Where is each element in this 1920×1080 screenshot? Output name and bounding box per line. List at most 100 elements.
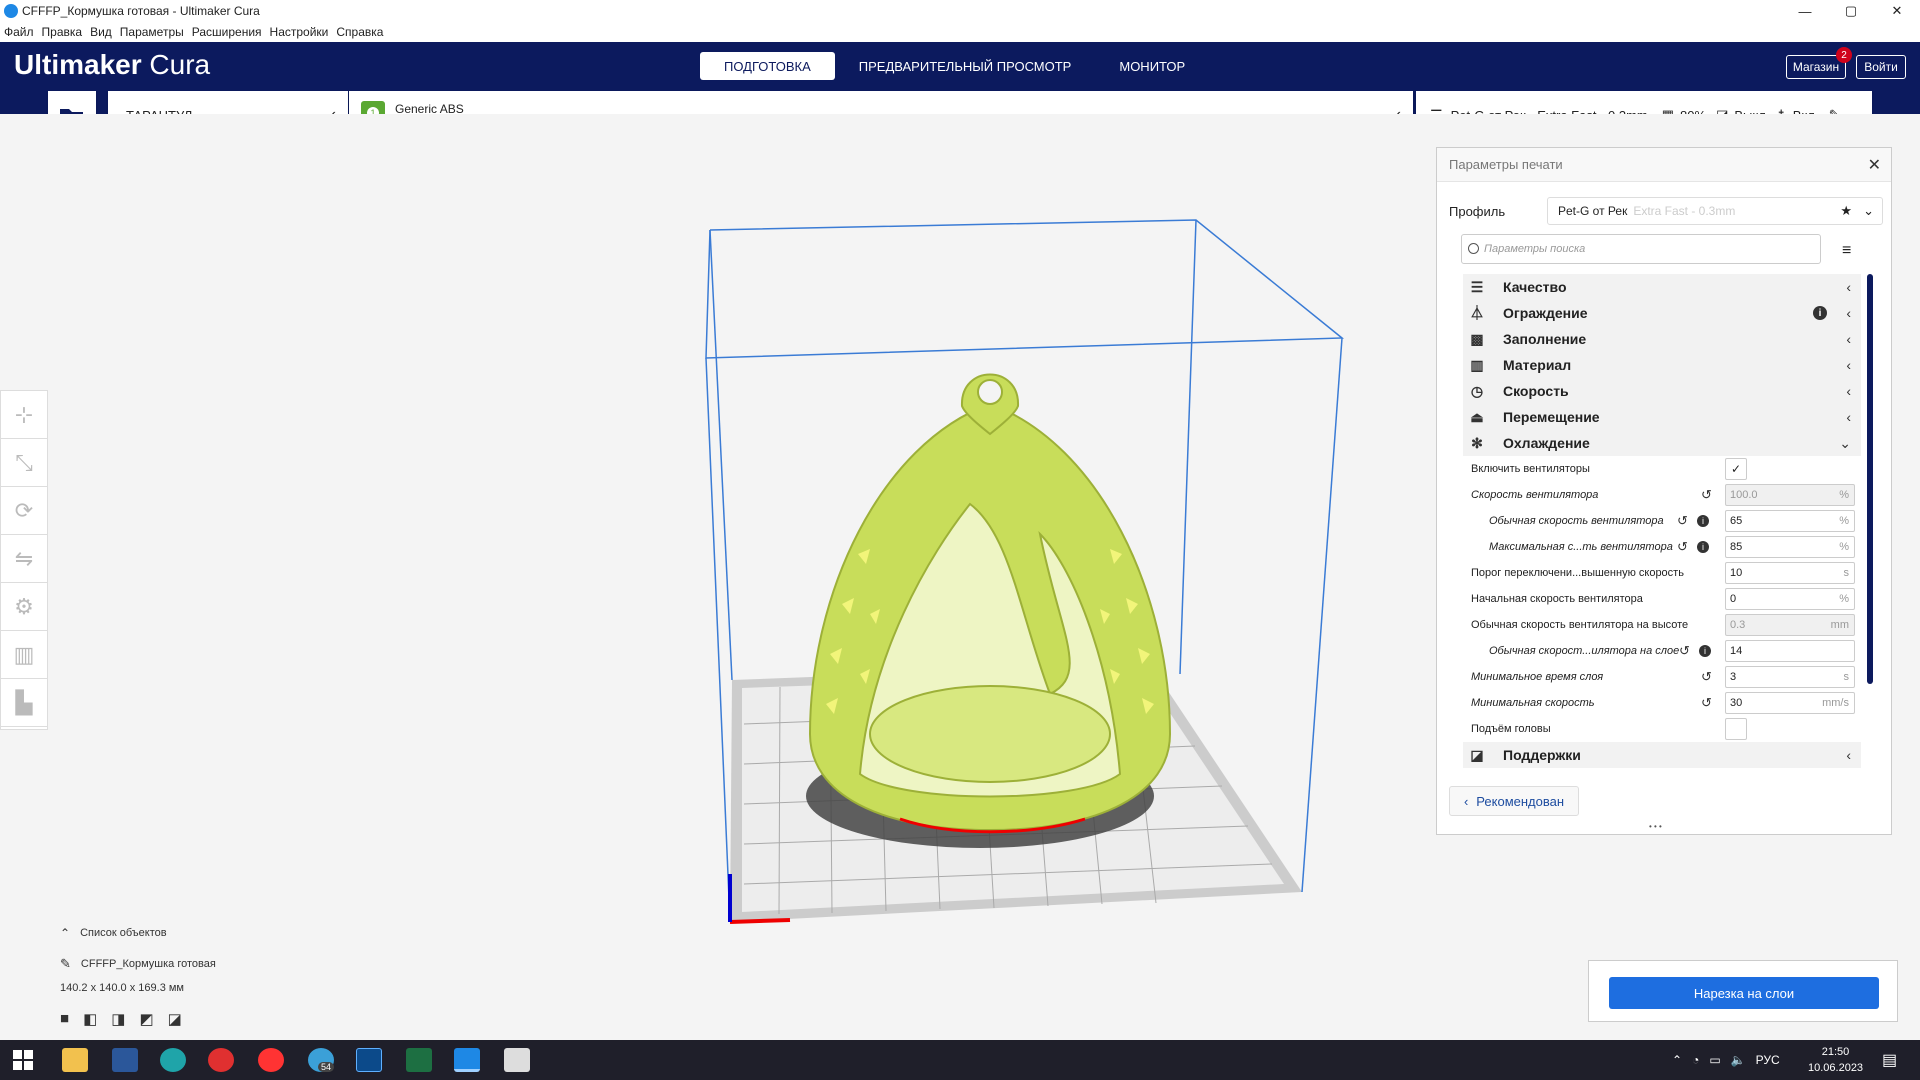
- object-list-toggle[interactable]: ⌃ Список объектов: [60, 926, 216, 940]
- volume-icon[interactable]: 🔈: [1731, 1053, 1746, 1067]
- reset-icon[interactable]: ↺: [1701, 695, 1712, 711]
- network-icon[interactable]: ▭: [1709, 1053, 1720, 1067]
- category-walls[interactable]: ⏃ Ограждение i ‹: [1463, 300, 1861, 326]
- menu-view[interactable]: Вид: [86, 25, 116, 39]
- menu-edit[interactable]: Правка: [38, 25, 87, 39]
- excel-icon[interactable]: [406, 1048, 432, 1072]
- category-travel[interactable]: ⏏ Перемещение ‹: [1463, 404, 1861, 430]
- initial-fan-speed-field[interactable]: 0%: [1725, 588, 1855, 610]
- category-speed[interactable]: ◷ Скорость ‹: [1463, 378, 1861, 404]
- tab-monitor[interactable]: МОНИТОР: [1095, 52, 1209, 80]
- minimize-button[interactable]: —: [1782, 0, 1828, 22]
- menu-preferences[interactable]: Настройки: [266, 25, 333, 39]
- profile-dim: Extra Fast - 0.3mm: [1633, 204, 1736, 218]
- slice-panel: Нарезка на слои: [1588, 960, 1898, 1022]
- per-model-settings-icon[interactable]: ⚙: [1, 583, 47, 631]
- walls-icon: ⏃: [1470, 305, 1484, 321]
- travel-icon: ⏏: [1470, 408, 1484, 425]
- category-quality[interactable]: ☰ Качество ‹: [1463, 274, 1861, 300]
- tab-prepare[interactable]: ПОДГОТОВКА: [700, 52, 835, 80]
- setting-row: Обычная скорост...илятора на слое ↺ i 14: [1463, 638, 1861, 664]
- fan-threshold-field[interactable]: 10 s: [1725, 562, 1855, 584]
- support-blocker-icon[interactable]: ▥: [1, 631, 47, 679]
- enable-fans-checkbox[interactable]: ✓: [1725, 458, 1747, 480]
- profile-label: Профиль: [1449, 203, 1506, 219]
- yandex-browser-icon[interactable]: [208, 1048, 234, 1072]
- fan-speed-field[interactable]: 100.0%: [1725, 484, 1855, 506]
- yandex-icon[interactable]: [258, 1048, 284, 1072]
- info-icon[interactable]: i: [1699, 645, 1711, 657]
- app-icon[interactable]: [356, 1048, 382, 1072]
- right-view-icon[interactable]: ◪: [168, 1010, 182, 1028]
- maximize-button[interactable]: ▢: [1828, 0, 1874, 22]
- mirror-tool-icon[interactable]: ⇋: [1, 535, 47, 583]
- file-explorer-icon[interactable]: [62, 1048, 88, 1072]
- reset-icon[interactable]: ↺: [1677, 513, 1688, 529]
- category-cooling[interactable]: ✻ Охлаждение ⌄: [1463, 430, 1861, 456]
- move-tool-icon[interactable]: ⊹: [1, 391, 47, 439]
- marketplace-badge: 2: [1836, 47, 1852, 63]
- menu-help[interactable]: Справка: [332, 25, 387, 39]
- 7zip-icon[interactable]: [504, 1048, 530, 1072]
- lift-head-checkbox[interactable]: [1725, 718, 1747, 740]
- profile-selector[interactable]: Pet-G от Рек Extra Fast - 0.3mm ★ ⌄: [1547, 197, 1883, 225]
- tab-preview[interactable]: ПРЕДВАРИТЕЛЬНЫЙ ПРОСМОТР: [835, 52, 1096, 80]
- fan-speed-height-field[interactable]: 0.3 mm: [1725, 614, 1855, 636]
- min-layer-time-field[interactable]: 3s: [1725, 666, 1855, 688]
- menu-file[interactable]: Файл: [0, 25, 38, 39]
- max-fan-speed-field[interactable]: 85%: [1725, 536, 1855, 558]
- star-icon[interactable]: ★: [1840, 203, 1852, 219]
- setting-row: Начальная скорость вентилятора 0%: [1463, 586, 1861, 612]
- window-titlebar: CFFFP_Кормушка готовая - Ultimaker Cura …: [0, 0, 1920, 22]
- top-view-icon[interactable]: ◨: [111, 1010, 125, 1028]
- setting-row: Обычная скорость вентилятора ↺ i 65%: [1463, 508, 1861, 534]
- lay-flat-icon[interactable]: ▙: [1, 679, 47, 727]
- menu-settings[interactable]: Параметры: [116, 25, 188, 39]
- word-icon[interactable]: [112, 1048, 138, 1072]
- pencil-icon: ✎: [60, 956, 71, 971]
- scale-tool-icon[interactable]: ⤡: [1, 439, 47, 487]
- settings-search-input[interactable]: Параметры поиска: [1461, 234, 1821, 264]
- reset-icon[interactable]: ↺: [1701, 487, 1712, 503]
- info-icon[interactable]: i: [1697, 541, 1709, 553]
- cura-tray-icon[interactable]: ◔: [1692, 1053, 1699, 1067]
- chevron-up-icon[interactable]: ⌃: [1672, 1053, 1682, 1067]
- recommended-button[interactable]: ‹ Рекомендован: [1449, 786, 1579, 816]
- windows-start-icon[interactable]: [12, 1048, 38, 1072]
- system-tray: ⌃ ◔ ▭ 🔈 РУС: [1672, 1040, 1780, 1080]
- clock[interactable]: 21:50 10.06.2023: [1808, 1044, 1863, 1076]
- notifications-icon[interactable]: ▤: [1882, 1050, 1897, 1070]
- left-view-icon[interactable]: ◩: [139, 1010, 153, 1028]
- category-material[interactable]: ▥ Материал ‹: [1463, 352, 1861, 378]
- category-support[interactable]: ◪ Поддержки ‹: [1463, 742, 1861, 768]
- chevron-up-icon: ⌃: [60, 926, 71, 940]
- regular-fan-speed-field[interactable]: 65%: [1725, 510, 1855, 532]
- setting-row: Максимальная с...ть вентилятора ↺ i 85%: [1463, 534, 1861, 560]
- reset-icon[interactable]: ↺: [1677, 539, 1688, 555]
- settings-scrollbar[interactable]: [1867, 274, 1873, 684]
- info-icon[interactable]: i: [1813, 306, 1827, 320]
- reset-icon[interactable]: ↺: [1679, 643, 1690, 659]
- edge-icon[interactable]: [160, 1048, 186, 1072]
- min-speed-field[interactable]: 30 mm/s: [1725, 692, 1855, 714]
- close-panel-icon[interactable]: ✕: [1868, 155, 1881, 175]
- menu-extensions[interactable]: Расширения: [188, 25, 266, 39]
- 3d-view-icon[interactable]: ■: [60, 1010, 69, 1028]
- category-infill[interactable]: ▩ Заполнение ‹: [1463, 326, 1861, 352]
- reset-icon[interactable]: ↺: [1701, 669, 1712, 685]
- close-window-button[interactable]: ✕: [1874, 0, 1920, 22]
- fan-speed-layer-field[interactable]: 14: [1725, 640, 1855, 662]
- object-item[interactable]: ✎ CFFFP_Кормушка готовая: [60, 956, 216, 972]
- rotate-tool-icon[interactable]: ⟳: [1, 487, 47, 535]
- login-button[interactable]: Войти: [1856, 55, 1906, 79]
- settings-menu-icon[interactable]: ≡: [1842, 242, 1851, 260]
- cura-taskbar-icon[interactable]: [454, 1048, 480, 1072]
- panel-title: Параметры печати: [1449, 157, 1563, 172]
- chevron-left-icon: ‹: [1846, 279, 1851, 295]
- setting-row: Скорость вентилятора ↺ 100.0%: [1463, 482, 1861, 508]
- info-icon[interactable]: i: [1697, 515, 1709, 527]
- slice-button[interactable]: Нарезка на слои: [1609, 977, 1879, 1009]
- front-view-icon[interactable]: ◧: [83, 1010, 97, 1028]
- language-indicator[interactable]: РУС: [1756, 1053, 1780, 1067]
- resize-handle[interactable]: • • •: [1649, 822, 1662, 831]
